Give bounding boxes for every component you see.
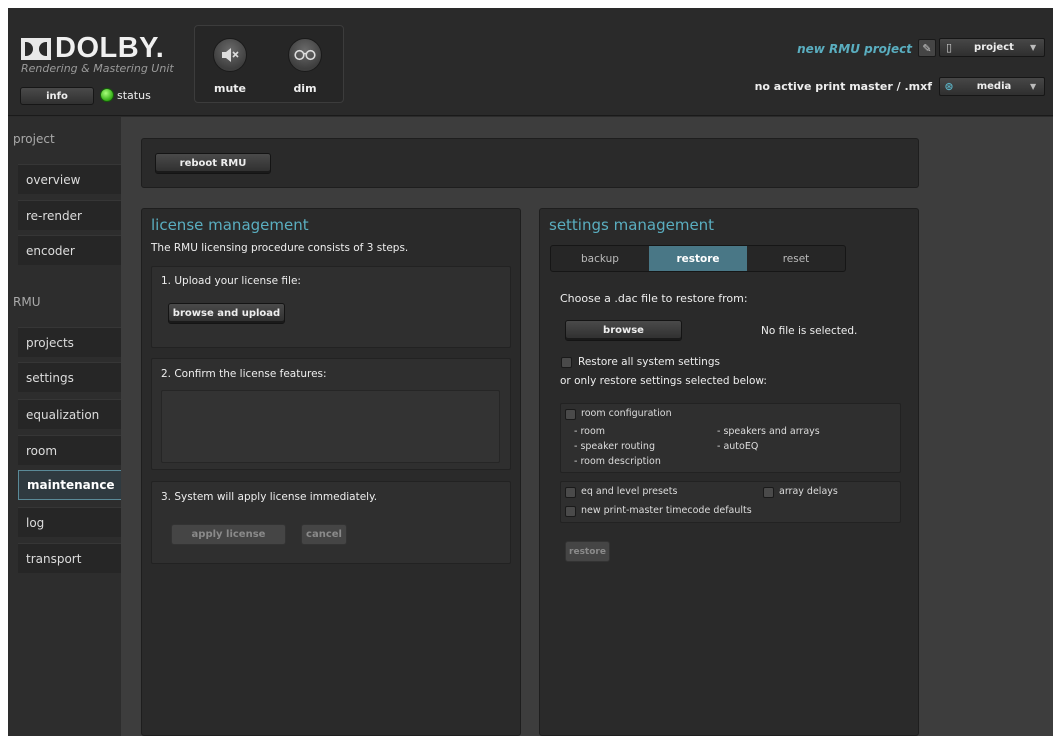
- header: DOLBY. Rendering & Mastering Unit info s…: [8, 8, 1053, 116]
- license-step-2: 2. Confirm the license features:: [151, 358, 511, 470]
- logo-text: DOLBY.: [55, 32, 165, 64]
- room-config-group: room configuration - room - speaker rout…: [560, 403, 901, 473]
- project-title: new RMU project: [797, 42, 912, 56]
- media-menu[interactable]: ⊛ media ▼: [939, 77, 1045, 96]
- status-label: status: [117, 88, 151, 102]
- step-3-label: 3. System will apply license immediately…: [161, 491, 378, 503]
- array-delays-checkbox[interactable]: [763, 487, 774, 498]
- settings-title: settings management: [549, 216, 715, 234]
- room-description-item: - room description: [574, 456, 661, 467]
- sidebar: project overview re-render encoder RMU p…: [8, 117, 121, 736]
- print-master-status: no active print master / .mxf: [754, 80, 932, 93]
- license-management-panel: license management The RMU licensing pro…: [141, 208, 521, 736]
- sidebar-item-encoder[interactable]: encoder: [18, 235, 121, 265]
- media-icon: ⊛: [944, 80, 954, 93]
- restore-all-checkbox[interactable]: [561, 357, 572, 368]
- sidebar-item-re-render[interactable]: re-render: [18, 200, 121, 230]
- license-intro: The RMU licensing procedure consists of …: [151, 242, 409, 254]
- reboot-rmu-button[interactable]: reboot RMU: [155, 153, 271, 174]
- sidebar-item-log[interactable]: log: [18, 507, 121, 537]
- license-features-field[interactable]: [161, 390, 500, 463]
- chevron-down-icon: ▼: [1030, 43, 1037, 52]
- settings-management-panel: settings management backup restore reset…: [539, 208, 919, 736]
- dim-button[interactable]: dim: [285, 38, 325, 95]
- edit-project-button[interactable]: ✎: [918, 39, 936, 57]
- sidebar-item-settings[interactable]: settings: [18, 362, 121, 392]
- array-delays-label: array delays: [779, 486, 838, 497]
- monitor-controls: mute dim: [194, 25, 344, 103]
- sidebar-item-overview[interactable]: overview: [18, 164, 121, 194]
- or-only-text: or only restore settings selected below:: [560, 375, 767, 387]
- browse-and-upload-button[interactable]: browse and upload: [168, 303, 285, 324]
- room-configuration-checkbox[interactable]: [565, 409, 576, 420]
- speaker-mute-icon: [213, 38, 247, 72]
- project-menu-label: project: [974, 42, 1014, 53]
- status-light-icon: [100, 88, 114, 102]
- step-2-label: 2. Confirm the license features:: [161, 368, 327, 380]
- sidebar-item-equalization[interactable]: equalization: [18, 399, 121, 429]
- app-subtitle: Rendering & Mastering Unit: [21, 62, 174, 75]
- room-item: - room: [574, 426, 606, 437]
- status-indicator[interactable]: status: [100, 88, 151, 102]
- mute-label: mute: [213, 82, 246, 95]
- license-title: license management: [151, 216, 309, 234]
- step-1-label: 1. Upload your license file:: [161, 275, 301, 287]
- dolby-logo: DOLBY.: [21, 32, 164, 65]
- restore-button[interactable]: restore: [565, 541, 610, 562]
- settings-tabs: backup restore reset: [550, 245, 846, 272]
- sidebar-item-projects[interactable]: projects: [18, 327, 121, 357]
- sidebar-item-room[interactable]: room: [18, 435, 121, 465]
- eq-presets-label: eq and level presets: [581, 486, 678, 497]
- autoeq-item: - autoEQ: [717, 441, 759, 452]
- sidebar-section-rmu: RMU: [13, 295, 41, 309]
- cancel-button[interactable]: cancel: [301, 524, 347, 545]
- reboot-panel: reboot RMU: [141, 138, 919, 188]
- room-configuration-label: room configuration: [581, 408, 672, 419]
- dim-label: dim: [293, 82, 317, 95]
- no-file-selected-text: No file is selected.: [761, 325, 858, 337]
- eq-presets-checkbox[interactable]: [565, 487, 576, 498]
- rmu-app: DOLBY. Rendering & Mastering Unit info s…: [8, 8, 1053, 736]
- media-menu-label: media: [976, 81, 1012, 92]
- chevron-down-icon: ▼: [1030, 82, 1037, 91]
- speakers-arrays-item: - speakers and arrays: [717, 426, 820, 437]
- speaker-routing-item: - speaker routing: [574, 441, 655, 452]
- info-button[interactable]: info: [20, 87, 94, 105]
- edit-icon: ✎: [922, 41, 932, 55]
- sidebar-section-project: project: [13, 132, 55, 146]
- license-step-1: 1. Upload your license file: browse and …: [151, 266, 511, 348]
- timecode-defaults-label: new print-master timecode defaults: [581, 505, 752, 516]
- sidebar-item-transport[interactable]: transport: [18, 543, 121, 573]
- browse-button[interactable]: browse: [565, 320, 682, 341]
- tab-restore[interactable]: restore: [649, 246, 747, 271]
- timecode-defaults-checkbox[interactable]: [565, 506, 576, 517]
- document-icon: ▯: [945, 41, 953, 54]
- restore-all-label: Restore all system settings: [578, 356, 720, 368]
- glasses-icon: [288, 38, 322, 72]
- main-content: reboot RMU license management The RMU li…: [121, 117, 1053, 736]
- presets-group: eq and level presets array delays new pr…: [560, 481, 901, 523]
- project-menu[interactable]: ▯ project ▼: [939, 38, 1045, 57]
- mute-button[interactable]: mute: [210, 38, 250, 95]
- tab-backup[interactable]: backup: [551, 246, 649, 271]
- sidebar-item-maintenance[interactable]: maintenance: [18, 470, 121, 500]
- choose-file-text: Choose a .dac file to restore from:: [560, 292, 748, 305]
- license-step-3: 3. System will apply license immediately…: [151, 481, 511, 564]
- dolby-logo-icon: [21, 37, 51, 60]
- apply-license-button[interactable]: apply license: [171, 524, 286, 545]
- tab-reset[interactable]: reset: [747, 246, 845, 271]
